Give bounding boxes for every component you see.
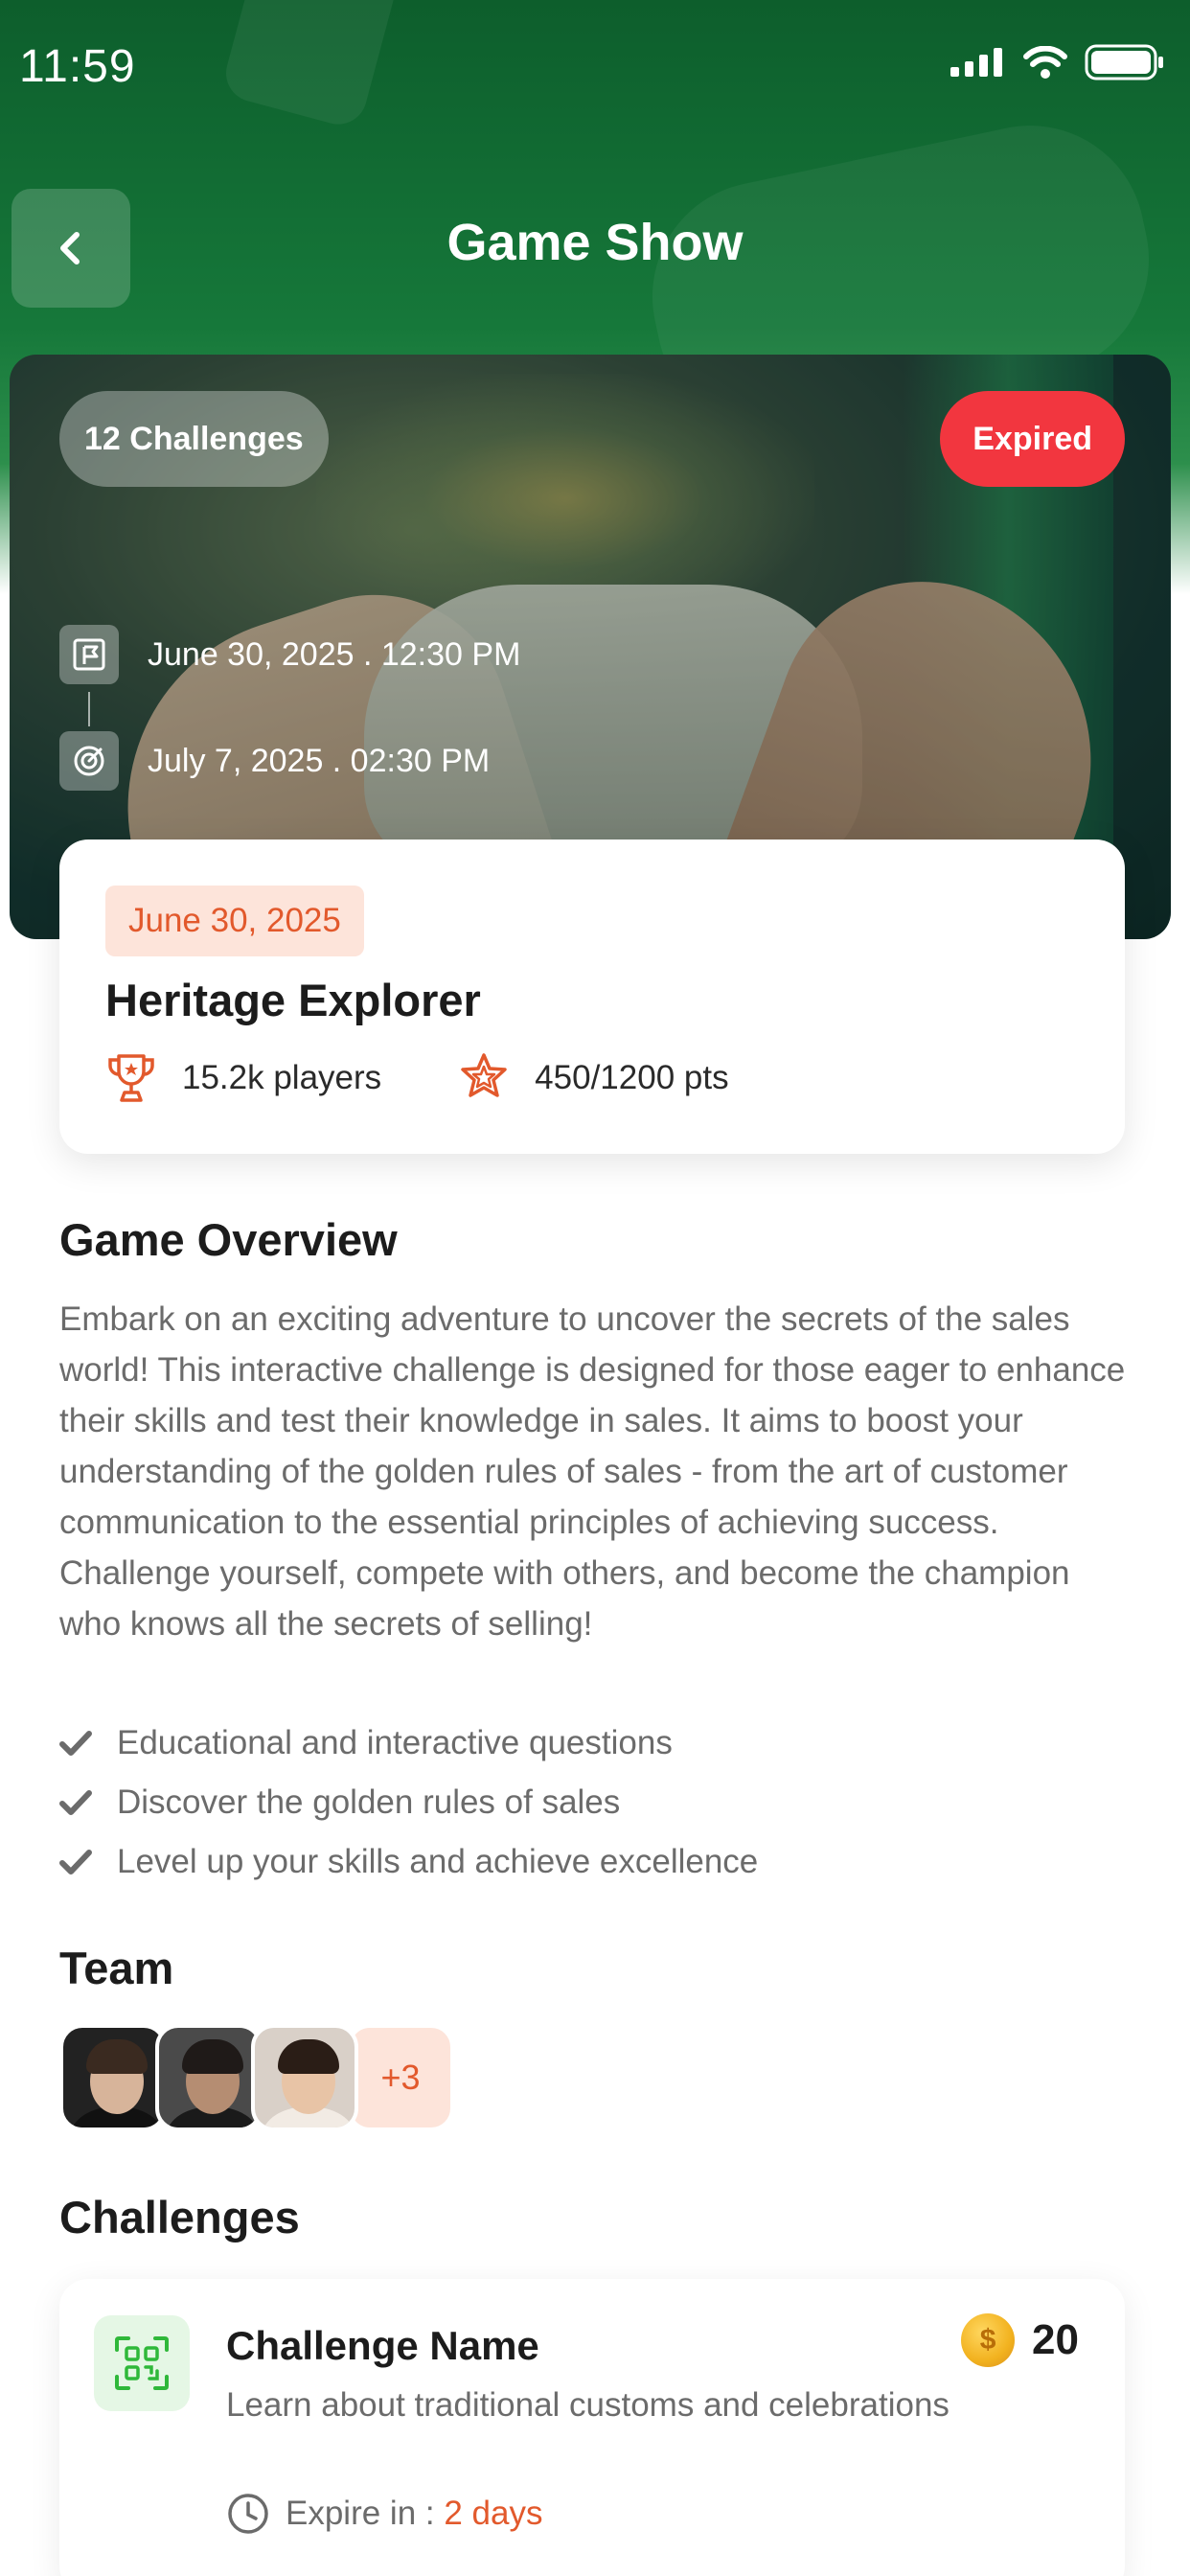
start-date-row: June 30, 2025 . 12:30 PM	[59, 625, 520, 684]
check-icon	[59, 1850, 92, 1874]
challenge-expiry: Expire in : 2 days	[226, 2492, 542, 2536]
check-icon	[59, 1790, 92, 1815]
challenge-name: Challenge Name	[226, 2323, 539, 2368]
clock-icon	[228, 2494, 268, 2534]
feature-item: Educational and interactive questions	[59, 1714, 758, 1773]
status-time: 11:59	[19, 41, 136, 92]
coin-amount: 20	[1032, 2316, 1079, 2363]
expire-value: 2 days	[444, 2495, 543, 2532]
players-count: 15.2k players	[182, 1059, 382, 1096]
more-members-badge[interactable]: +3	[347, 2024, 454, 2131]
overview-title: Game Overview	[59, 1214, 398, 1265]
challenge-reward: $ 20	[961, 2313, 1079, 2367]
game-title: Heritage Explorer	[105, 975, 481, 1025]
battery-icon	[1085, 44, 1163, 80]
game-date-badge: June 30, 2025	[105, 886, 364, 956]
star-badge-icon	[461, 1053, 507, 1097]
feature-list: Educational and interactive questions Di…	[59, 1714, 758, 1892]
feature-label: Discover the golden rules of sales	[117, 1783, 621, 1821]
trophy-icon	[108, 1054, 154, 1102]
feature-item: Discover the golden rules of sales	[59, 1773, 758, 1832]
game-stats: 15.2k players 450/1200 pts	[105, 1050, 729, 1106]
overview-description: Embark on an exciting adventure to uncov…	[59, 1300, 1126, 1643]
cellular-signal-icon	[950, 48, 1002, 77]
page-title: Game Show	[446, 214, 744, 271]
feature-label: Educational and interactive questions	[117, 1724, 673, 1761]
points-value: 450/1200 pts	[535, 1059, 729, 1096]
qr-scan-icon	[94, 2315, 190, 2411]
challenge-description: Learn about traditional customs and cele…	[226, 2386, 950, 2424]
challenges-count-chip: 12 Challenges	[59, 391, 329, 487]
start-flag-icon	[59, 625, 119, 684]
team-title: Team	[59, 1943, 174, 1993]
feature-label: Level up your skills and achieve excelle…	[117, 1843, 759, 1880]
avatar[interactable]	[155, 2024, 263, 2131]
status-icons	[950, 44, 1165, 80]
date-connector	[88, 692, 90, 726]
target-icon	[59, 731, 119, 791]
players-stat: 15.2k players	[105, 1050, 381, 1106]
end-date-row: July 7, 2025 . 02:30 PM	[59, 731, 490, 791]
avatar[interactable]	[59, 2024, 167, 2131]
start-datetime: June 30, 2025 . 12:30 PM	[148, 635, 521, 673]
end-datetime: July 7, 2025 . 02:30 PM	[148, 742, 491, 779]
feature-item: Level up your skills and achieve excelle…	[59, 1832, 758, 1892]
challenge-card[interactable]: Challenge Name Learn about traditional c…	[59, 2279, 1125, 2576]
expire-label: Expire in :	[286, 2495, 445, 2532]
coin-icon: $	[961, 2313, 1016, 2367]
wifi-icon	[1023, 46, 1067, 79]
avatar[interactable]	[251, 2024, 358, 2131]
status-badge: Expired	[940, 391, 1125, 487]
points-stat: 450/1200 pts	[458, 1051, 729, 1105]
challenges-title: Challenges	[59, 2192, 300, 2242]
check-icon	[59, 1731, 92, 1756]
team-avatars[interactable]: +3	[59, 2024, 454, 2131]
game-info-card: June 30, 2025 Heritage Explorer 15.2k pl…	[59, 840, 1125, 1154]
status-bar: 11:59	[0, 0, 1190, 134]
